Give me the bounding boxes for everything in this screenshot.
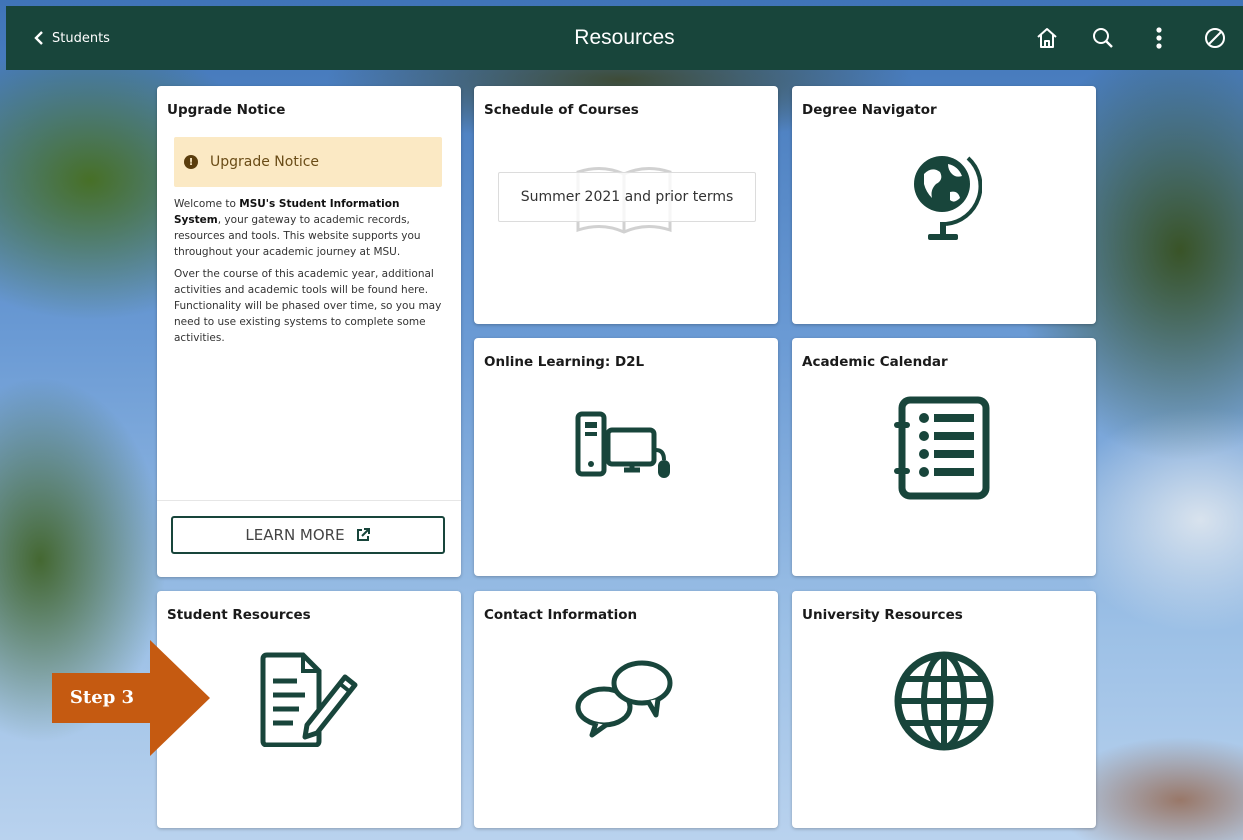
tile-title: Schedule of Courses (484, 102, 639, 118)
devices-icon (575, 411, 670, 478)
notice-paragraph-1: Welcome to MSU's Student Information Sys… (174, 198, 421, 258)
more-vertical-icon[interactable] (1131, 6, 1187, 70)
no-entry-icon[interactable] (1187, 6, 1243, 70)
globe-stand-icon (914, 156, 982, 240)
alert-icon: ! (184, 155, 198, 169)
notice-banner-label: Upgrade Notice (210, 154, 320, 170)
tile-title: Contact Information (484, 607, 638, 623)
tile-title: Upgrade Notice (167, 102, 286, 118)
learn-more-label: LEARN MORE (245, 526, 345, 544)
document-edit-icon (260, 652, 358, 747)
divider (157, 500, 461, 501)
tile-title: Online Learning: D2L (484, 354, 645, 370)
notice-banner: ! Upgrade Notice (174, 137, 442, 187)
notice-paragraph-2: Over the course of this academic year, a… (174, 268, 442, 344)
tile-title: Degree Navigator (802, 102, 937, 118)
learn-more-button[interactable]: LEARN MORE (171, 516, 445, 554)
chat-bubbles-icon (575, 660, 673, 738)
home-icon[interactable] (1019, 6, 1075, 70)
tile-university-resources[interactable]: University Resources (792, 591, 1096, 828)
tile-upgrade-notice: Upgrade Notice ! Upgrade Notice Welcome … (157, 86, 461, 577)
globe-icon (894, 651, 994, 751)
external-link-icon (356, 528, 370, 541)
tile-schedule-of-courses[interactable]: Schedule of Courses Summer 2021 and prio… (474, 86, 778, 324)
top-navigation-bar: Students Resources (6, 6, 1243, 70)
tile-degree-navigator[interactable]: Degree Navigator (792, 86, 1096, 324)
tile-academic-calendar[interactable]: Academic Calendar (792, 338, 1096, 576)
step-label: Step 3 (69, 687, 135, 708)
tile-title: Student Resources (167, 607, 311, 623)
notice-body: Welcome to MSU's Student Information Sys… (174, 196, 446, 352)
tile-title: Academic Calendar (802, 354, 948, 370)
search-icon[interactable] (1075, 6, 1131, 70)
schedule-term-label: Summer 2021 and prior terms (498, 172, 756, 222)
notebook-list-icon (894, 396, 990, 500)
tile-online-learning-d2l[interactable]: Online Learning: D2L (474, 338, 778, 576)
tile-contact-information[interactable]: Contact Information (474, 591, 778, 828)
tile-title: University Resources (802, 607, 963, 623)
